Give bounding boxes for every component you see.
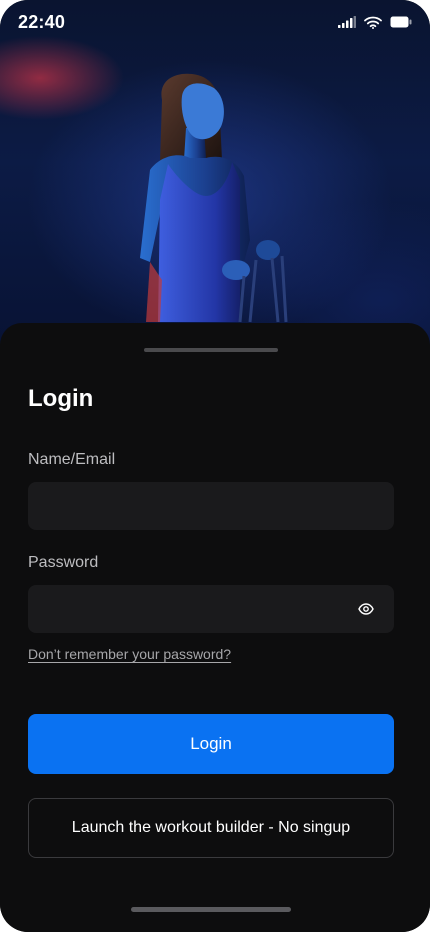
name-email-field[interactable] [28,482,394,530]
home-indicator [131,907,291,912]
status-bar: 22:40 [0,0,430,44]
status-time: 22:40 [18,11,66,32]
name-email-label: Name/Email [28,451,116,468]
password-label: Password [28,554,99,571]
forgot-password-link[interactable]: Don’t remember your password? [28,646,231,662]
status-icons [338,16,412,29]
name-email-input[interactable] [28,482,394,530]
hero-illustration [140,73,288,323]
cellular-signal-icon [338,16,356,28]
login-button[interactable]: Login [28,714,394,774]
eye-icon[interactable] [358,601,374,617]
password-field[interactable] [28,585,394,633]
password-input[interactable] [28,585,394,633]
phone-screen: 22:40 Login Name/Email Password Don’t re… [0,0,430,932]
sheet-grabber[interactable] [144,348,278,352]
login-sheet: Login Name/Email Password Don’t remember… [0,323,430,932]
hero-photo [0,0,430,360]
wifi-icon [364,16,382,29]
battery-icon [390,16,412,28]
launch-workout-builder-button[interactable]: Launch the workout builder - No singup [28,798,394,858]
page-title: Login [28,385,94,412]
